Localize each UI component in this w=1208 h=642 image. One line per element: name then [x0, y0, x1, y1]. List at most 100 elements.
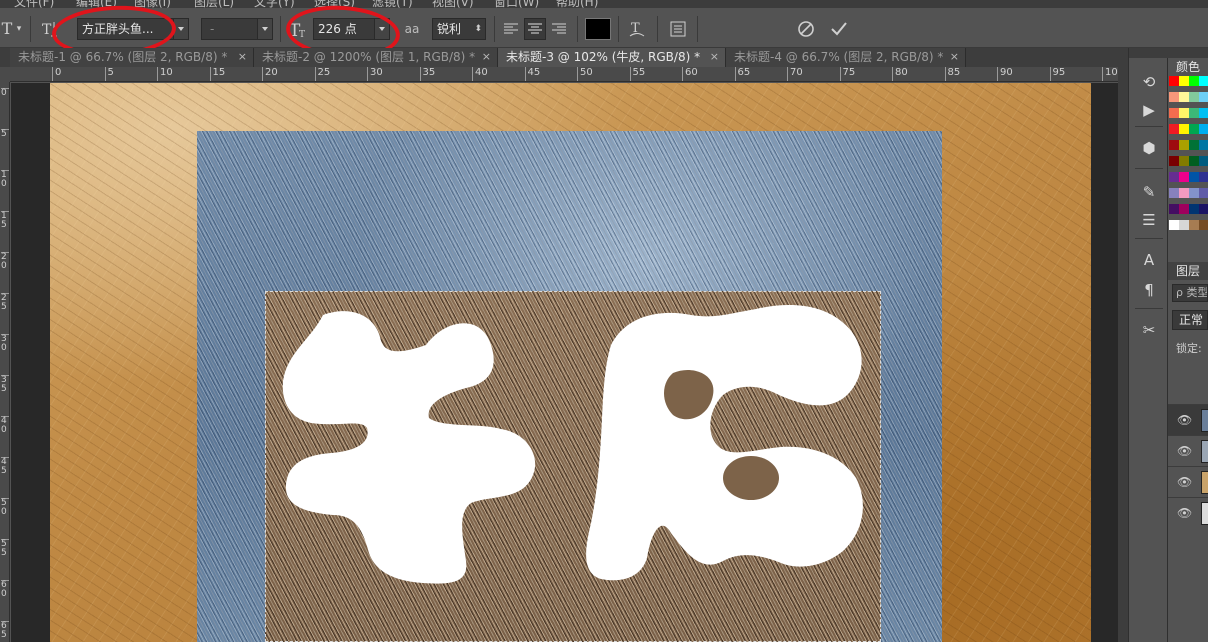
eye-icon[interactable]: 👁 — [1177, 413, 1192, 427]
color-swatch[interactable] — [1189, 188, 1199, 198]
color-swatch[interactable] — [1169, 220, 1179, 230]
align-center-button[interactable] — [524, 18, 546, 40]
layer-row[interactable]: 👁 — [1168, 435, 1208, 466]
tab-document-1[interactable]: 未标题-1 @ 66.7% (图层 2, RGB/8) * × — [10, 48, 254, 67]
ruler-tick-label: 50 — [1, 498, 9, 517]
layer-row[interactable]: 👁 — [1168, 466, 1208, 497]
blend-mode-select[interactable]: 正常 — [1172, 310, 1208, 330]
tab-color[interactable]: 颜色 — [1168, 58, 1208, 76]
menu-item-help[interactable]: 帮助(H) — [556, 0, 598, 8]
character-panel-button[interactable] — [667, 18, 689, 40]
close-icon[interactable]: × — [950, 48, 959, 66]
eye-icon[interactable]: 👁 — [1177, 506, 1192, 520]
actions-play-icon[interactable]: ▶ — [1139, 100, 1159, 120]
antialias-select[interactable]: 锐利 ⬍ — [432, 18, 486, 40]
warp-text-button[interactable]: T — [626, 18, 648, 40]
menu-item-filter[interactable]: 滤镜(T) — [372, 0, 413, 8]
color-swatch[interactable] — [1199, 108, 1208, 118]
text-layer-glyphs[interactable] — [11, 83, 1118, 642]
color-swatch[interactable] — [1169, 108, 1179, 118]
color-swatch[interactable] — [1199, 140, 1208, 150]
menu-item-layer[interactable]: 图层(L) — [194, 0, 234, 8]
history-icon[interactable]: ⟲ — [1139, 72, 1159, 92]
color-swatch[interactable] — [1199, 92, 1208, 102]
color-swatch[interactable] — [1199, 172, 1208, 182]
color-swatch[interactable] — [1169, 156, 1179, 166]
ruler-tick-label: 20 — [1, 252, 9, 271]
vertical-ruler[interactable]: 0 5 10 15 20 25 30 35 40 45 50 55 60 65 — [0, 82, 10, 642]
color-swatch[interactable] — [1189, 76, 1199, 86]
color-swatch[interactable] — [1199, 76, 1208, 86]
menu-item-file[interactable]: 文件(F) — [14, 0, 54, 8]
dock-collapse-bar[interactable] — [1129, 48, 1169, 58]
tab-label: 未标题-1 @ 66.7% (图层 2, RGB/8) * — [18, 50, 228, 64]
color-swatch[interactable] — [1189, 204, 1199, 214]
ruler-tick-label: 100 — [1102, 67, 1118, 81]
color-swatch[interactable] — [1199, 124, 1208, 134]
color-swatch[interactable] — [1199, 156, 1208, 166]
color-swatch[interactable] — [1189, 140, 1199, 150]
close-icon[interactable]: × — [710, 48, 719, 66]
color-swatch[interactable] — [1189, 108, 1199, 118]
layer-row[interactable]: 👁 — [1168, 497, 1208, 528]
align-right-button[interactable] — [549, 18, 569, 40]
panel-collapse-bar[interactable] — [1168, 48, 1208, 58]
color-swatch[interactable] — [1169, 140, 1179, 150]
layer-row[interactable]: 👁 — [1168, 404, 1208, 435]
menu-item-view[interactable]: 视图(V) — [432, 0, 474, 8]
font-style-select[interactable]: - — [201, 18, 273, 40]
tool-preset-chevron-icon[interactable]: ▾ — [14, 18, 24, 40]
menu-item-type[interactable]: 文字(Y) — [254, 0, 295, 8]
color-swatch[interactable] — [1199, 204, 1208, 214]
color-swatch[interactable] — [1199, 220, 1208, 230]
align-left-button[interactable] — [501, 18, 521, 40]
horizontal-ruler[interactable]: 0 5 10 15 20 25 30 35 40 45 50 55 60 65 70 75 80 85 90 95 10… — [10, 67, 1118, 82]
tab-document-2[interactable]: 未标题-2 @ 1200% (图层 1, RGB/8) * × — [254, 48, 498, 67]
color-swatch[interactable] — [1169, 92, 1179, 102]
color-swatch[interactable] — [1189, 172, 1199, 182]
color-swatch[interactable] — [1169, 204, 1179, 214]
brush-icon[interactable]: ✎ — [1139, 182, 1159, 202]
cancel-edits-button[interactable] — [795, 18, 817, 40]
text-tool-preset-icon[interactable]: T — [0, 18, 14, 40]
color-swatch[interactable] — [1169, 124, 1179, 134]
color-swatch[interactable] — [1179, 204, 1189, 214]
tab-document-3[interactable]: 未标题-3 @ 102% (牛皮, RGB/8) * × — [498, 48, 726, 67]
color-swatch[interactable] — [1179, 92, 1189, 102]
color-swatch[interactable] — [1179, 188, 1189, 198]
text-color-swatch[interactable] — [585, 18, 611, 40]
paragraph-icon[interactable]: ¶ — [1139, 280, 1159, 300]
color-swatch[interactable] — [1179, 108, 1189, 118]
menu-bar: 文件(F) 编辑(E) 图像(I) 图层(L) 文字(Y) 选择(S) 滤镜(T… — [0, 0, 1208, 8]
close-icon[interactable]: × — [482, 48, 491, 66]
document-canvas[interactable] — [11, 83, 1118, 642]
color-swatch[interactable] — [1169, 76, 1179, 86]
3d-cube-icon[interactable]: ⬢ — [1139, 138, 1159, 158]
close-icon[interactable]: × — [238, 48, 247, 66]
tool-presets-icon[interactable]: ✂ — [1139, 320, 1159, 340]
eye-icon[interactable]: 👁 — [1177, 475, 1192, 489]
character-icon[interactable]: A — [1139, 250, 1159, 270]
color-swatch[interactable] — [1179, 220, 1189, 230]
color-swatch[interactable] — [1179, 124, 1189, 134]
tab-document-4[interactable]: 未标题-4 @ 66.7% (图层 2, RGB/8) * × — [726, 48, 966, 67]
color-swatch[interactable] — [1189, 220, 1199, 230]
eye-icon[interactable]: 👁 — [1177, 444, 1192, 458]
color-swatch[interactable] — [1179, 140, 1189, 150]
color-swatch[interactable] — [1189, 92, 1199, 102]
commit-edits-button[interactable] — [828, 18, 850, 40]
ruler-corner[interactable] — [0, 67, 10, 82]
color-swatch[interactable] — [1189, 124, 1199, 134]
color-swatch[interactable] — [1169, 172, 1179, 182]
color-swatch[interactable] — [1179, 76, 1189, 86]
layer-filter-input[interactable]: ρ 类型 — [1172, 284, 1208, 302]
color-swatch[interactable] — [1179, 172, 1189, 182]
menu-item-window[interactable]: 窗口(W) — [494, 0, 539, 8]
color-swatch[interactable] — [1169, 188, 1179, 198]
ruler-tick-label: 55 — [629, 67, 645, 81]
color-swatch[interactable] — [1199, 188, 1208, 198]
color-swatch[interactable] — [1179, 156, 1189, 166]
color-swatch[interactable] — [1189, 156, 1199, 166]
adjustments-icon[interactable]: ☰ — [1139, 210, 1159, 230]
tab-layers[interactable]: 图层 — [1168, 262, 1208, 280]
